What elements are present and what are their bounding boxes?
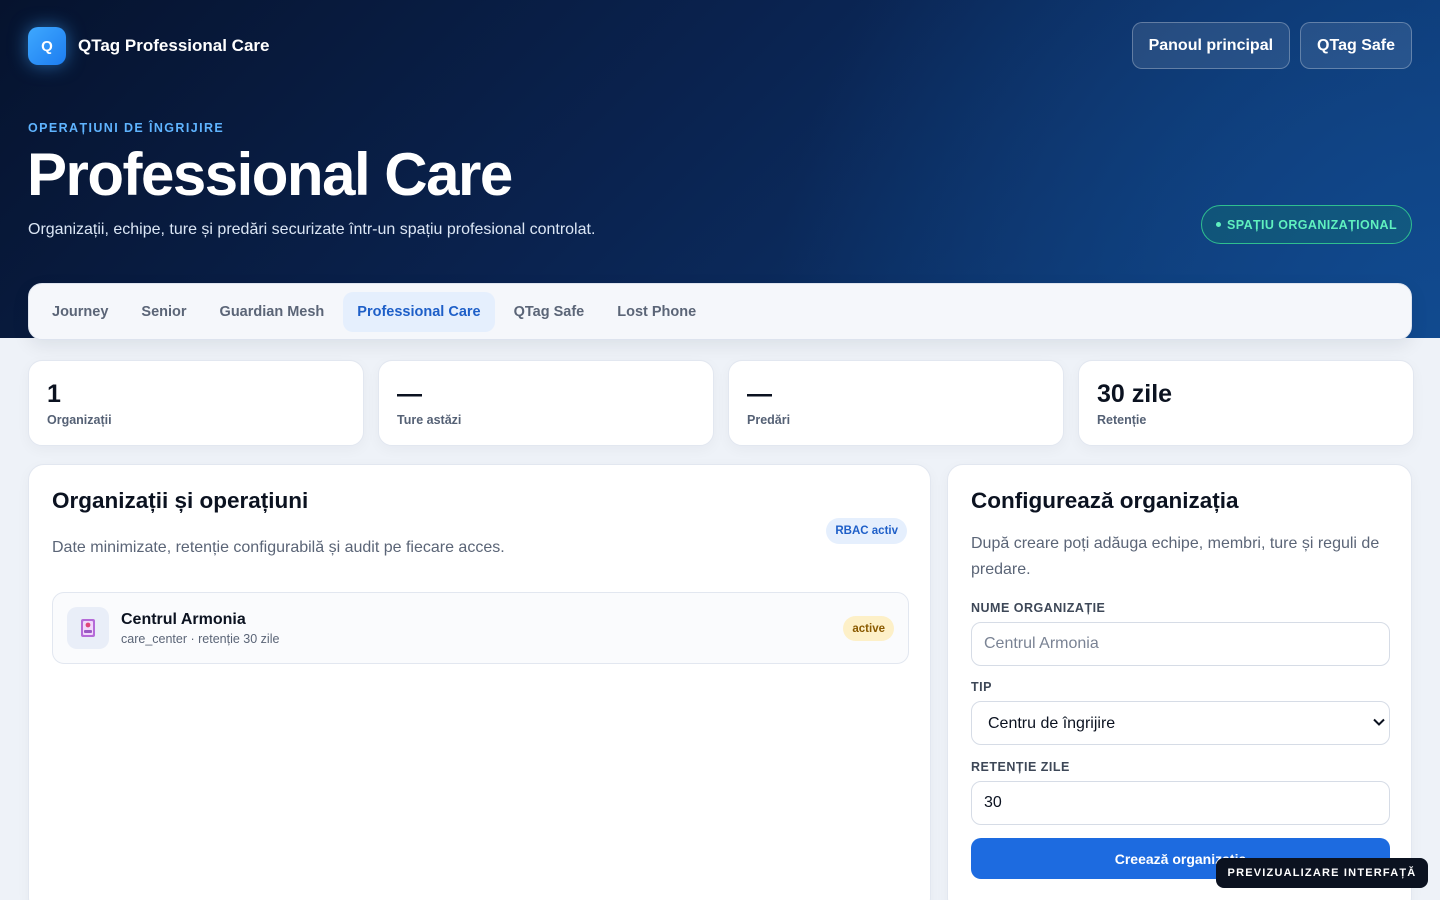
retention-label: RETENȚIE ZILE <box>971 760 1070 774</box>
tab-professional-care[interactable]: Professional Care <box>343 291 495 332</box>
brand-logo-icon: Q <box>28 27 66 65</box>
header-actions: Panoul principal QTag Safe <box>1131 22 1412 69</box>
org-meta: care_center · retenție 30 zile <box>121 631 280 646</box>
qtag-safe-button[interactable]: QTag Safe <box>1300 22 1412 69</box>
organizations-panel-title: Organizații și operațiuni <box>52 488 309 513</box>
organizational-space-label: SPAȚIU ORGANIZAȚIONAL <box>1227 217 1397 232</box>
dashboard-button[interactable]: Panoul principal <box>1131 22 1291 69</box>
stat-card-handovers: — Predări <box>728 360 1064 446</box>
stat-value: — <box>397 380 422 408</box>
page-title: Professional Care <box>27 141 513 208</box>
configure-panel-subtitle: După creare poți adăuga echipe, membri, … <box>971 535 1380 578</box>
care-center-icon <box>67 607 109 649</box>
configure-organization-panel: Configurează organizația După creare poț… <box>947 464 1412 900</box>
organizations-panel-subtitle: Date minimizate, retenție configurabilă … <box>52 539 505 556</box>
stat-card-retention: 30 zile Retenție <box>1078 360 1414 446</box>
list-item[interactable]: Centrul Armonia care_center · retenție 3… <box>52 592 909 664</box>
module-tabs: Journey Senior Guardian Mesh Professiona… <box>28 283 1412 340</box>
status-dot-icon <box>1216 222 1222 227</box>
stat-label: Retenție <box>1097 413 1147 427</box>
configure-panel-title: Configurează organizația <box>971 488 1239 513</box>
stats-row: 1 Organizații — Ture astăzi — Predări 30… <box>28 360 1414 446</box>
tab-lost-phone[interactable]: Lost Phone <box>603 292 710 332</box>
stat-value: 1 <box>47 380 61 408</box>
stat-label: Organizații <box>47 413 112 427</box>
tab-journey[interactable]: Journey <box>38 292 122 332</box>
rbac-badge: RBAC activ <box>826 518 907 544</box>
brand-name: QTag Professional Care <box>78 36 270 55</box>
org-name: Centrul Armonia <box>121 610 246 628</box>
stat-card-organizations: 1 Organizații <box>28 360 364 446</box>
hero-subtitle: Organizații, echipe, ture și predări sec… <box>28 221 596 238</box>
type-label: TIP <box>971 680 992 694</box>
organizational-space-badge: SPAȚIU ORGANIZAȚIONAL <box>1201 205 1412 244</box>
retention-days-input[interactable] <box>971 781 1390 825</box>
stat-card-shifts-today: — Ture astăzi <box>378 360 714 446</box>
organizations-panel: Organizații și operațiuni Date minimizat… <box>28 464 931 900</box>
stat-label: Ture astăzi <box>397 413 462 427</box>
tab-senior[interactable]: Senior <box>127 292 200 332</box>
stat-value: 30 zile <box>1097 380 1173 408</box>
org-name-input[interactable] <box>971 622 1390 666</box>
status-badge: active <box>843 616 894 641</box>
tab-guardian-mesh[interactable]: Guardian Mesh <box>206 292 339 332</box>
brand[interactable]: Q QTag Professional Care <box>28 27 269 65</box>
stat-value: — <box>747 380 772 408</box>
interface-preview-badge: PREVIZUALIZARE INTERFAȚĂ <box>1216 858 1428 888</box>
org-name-label: NUME ORGANIZAȚIE <box>971 601 1106 615</box>
tab-qtag-safe[interactable]: QTag Safe <box>500 292 599 332</box>
hero-eyebrow: OPERAȚIUNI DE ÎNGRIJIRE <box>28 121 225 135</box>
org-text: Centrul Armonia care_center · retenție 3… <box>121 611 279 646</box>
type-select[interactable]: Centru de îngrijire <box>971 701 1390 745</box>
stat-label: Predări <box>747 413 791 427</box>
